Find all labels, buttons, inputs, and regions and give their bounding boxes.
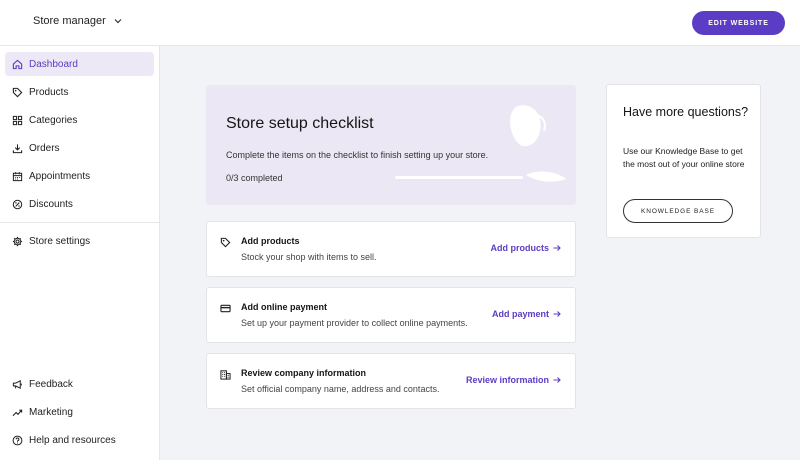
credit-card-icon — [220, 304, 231, 313]
calendar-icon — [12, 171, 23, 181]
help-card: Have more questions? Use our Knowledge B… — [606, 84, 761, 238]
add-products-link[interactable]: Add products — [491, 243, 562, 253]
task-title: Add products — [241, 236, 300, 246]
tag-icon — [12, 87, 23, 97]
task-card-review-company: Review company information Set official … — [206, 353, 576, 409]
decorative-illustration — [510, 105, 566, 182]
sidebar-item-label: Discounts — [29, 198, 73, 210]
sidebar-item-help[interactable]: Help and resources — [5, 428, 154, 452]
sidebar-item-orders[interactable]: Orders — [5, 136, 154, 160]
add-payment-link[interactable]: Add payment — [492, 309, 561, 319]
sidebar-item-products[interactable]: Products — [5, 80, 154, 104]
task-description: Set up your payment provider to collect … — [241, 318, 468, 328]
megaphone-icon — [12, 379, 22, 389]
sidebar-item-discounts[interactable]: Discounts — [5, 192, 154, 216]
sidebar-divider — [0, 222, 159, 223]
help-icon — [12, 435, 23, 445]
trending-icon — [12, 409, 23, 416]
gear-icon — [12, 236, 23, 246]
discount-icon — [12, 199, 23, 209]
task-link-label: Add payment — [491, 309, 549, 319]
sidebar-item-label: Feedback — [29, 378, 73, 390]
setup-checklist-banner: Store setup checklist Complete the items… — [206, 85, 576, 205]
arrow-right-icon — [553, 377, 561, 383]
sidebar-item-marketing[interactable]: Marketing — [5, 400, 154, 424]
sidebar-item-label: Appointments — [29, 170, 91, 182]
arrow-right-icon — [553, 245, 561, 251]
sidebar-item-categories[interactable]: Categories — [5, 108, 154, 132]
top-bar: Store manager EDIT WEBSITE — [0, 0, 800, 46]
task-description: Set official company name, address and c… — [241, 384, 440, 394]
sidebar: Dashboard Products Categories Orders App… — [0, 46, 160, 460]
sidebar-item-label: Categories — [29, 114, 78, 126]
building-icon — [220, 370, 231, 380]
task-title: Add online payment — [241, 302, 328, 312]
sidebar-item-label: Dashboard — [29, 58, 78, 70]
help-body: Use our Knowledge Base to get the most o… — [623, 146, 745, 169]
checklist-description: Complete the items on the checklist to f… — [226, 150, 489, 160]
store-selector[interactable]: Store manager — [33, 15, 122, 27]
grid-icon — [12, 115, 23, 125]
home-icon — [12, 59, 23, 69]
tag-icon — [220, 237, 231, 248]
store-selector-label: Store manager — [33, 15, 106, 27]
sidebar-item-label: Help and resources — [29, 434, 116, 446]
task-title: Review company information — [241, 368, 367, 378]
checklist-title: Store setup checklist — [226, 115, 374, 132]
checklist-progress-text: 0/3 completed — [226, 173, 283, 183]
sidebar-item-label: Marketing — [29, 406, 73, 418]
sidebar-item-store-settings[interactable]: Store settings — [5, 229, 154, 253]
arrow-right-icon — [553, 311, 561, 317]
sidebar-item-dashboard[interactable]: Dashboard — [5, 52, 154, 76]
help-title: Have more questions? — [623, 105, 749, 119]
sidebar-item-appointments[interactable]: Appointments — [5, 164, 154, 188]
sidebar-item-feedback[interactable]: Feedback — [5, 372, 154, 396]
sidebar-item-label: Orders — [29, 142, 60, 154]
download-icon — [12, 143, 23, 153]
task-link-label: Review information — [465, 375, 549, 385]
task-description: Stock your shop with items to sell. — [241, 252, 377, 262]
task-card-add-products: Add products Stock your shop with items … — [206, 221, 576, 277]
chevron-down-icon — [114, 19, 122, 24]
edit-website-button[interactable]: EDIT WEBSITE — [692, 11, 785, 35]
sidebar-item-label: Products — [29, 86, 69, 98]
knowledge-base-button[interactable]: KNOWLEDGE BASE — [623, 199, 733, 223]
sidebar-item-label: Store settings — [29, 235, 91, 247]
review-information-link[interactable]: Review information — [466, 375, 561, 385]
task-card-add-payment: Add online payment Set up your payment p… — [206, 287, 576, 343]
task-link-label: Add products — [490, 243, 550, 253]
